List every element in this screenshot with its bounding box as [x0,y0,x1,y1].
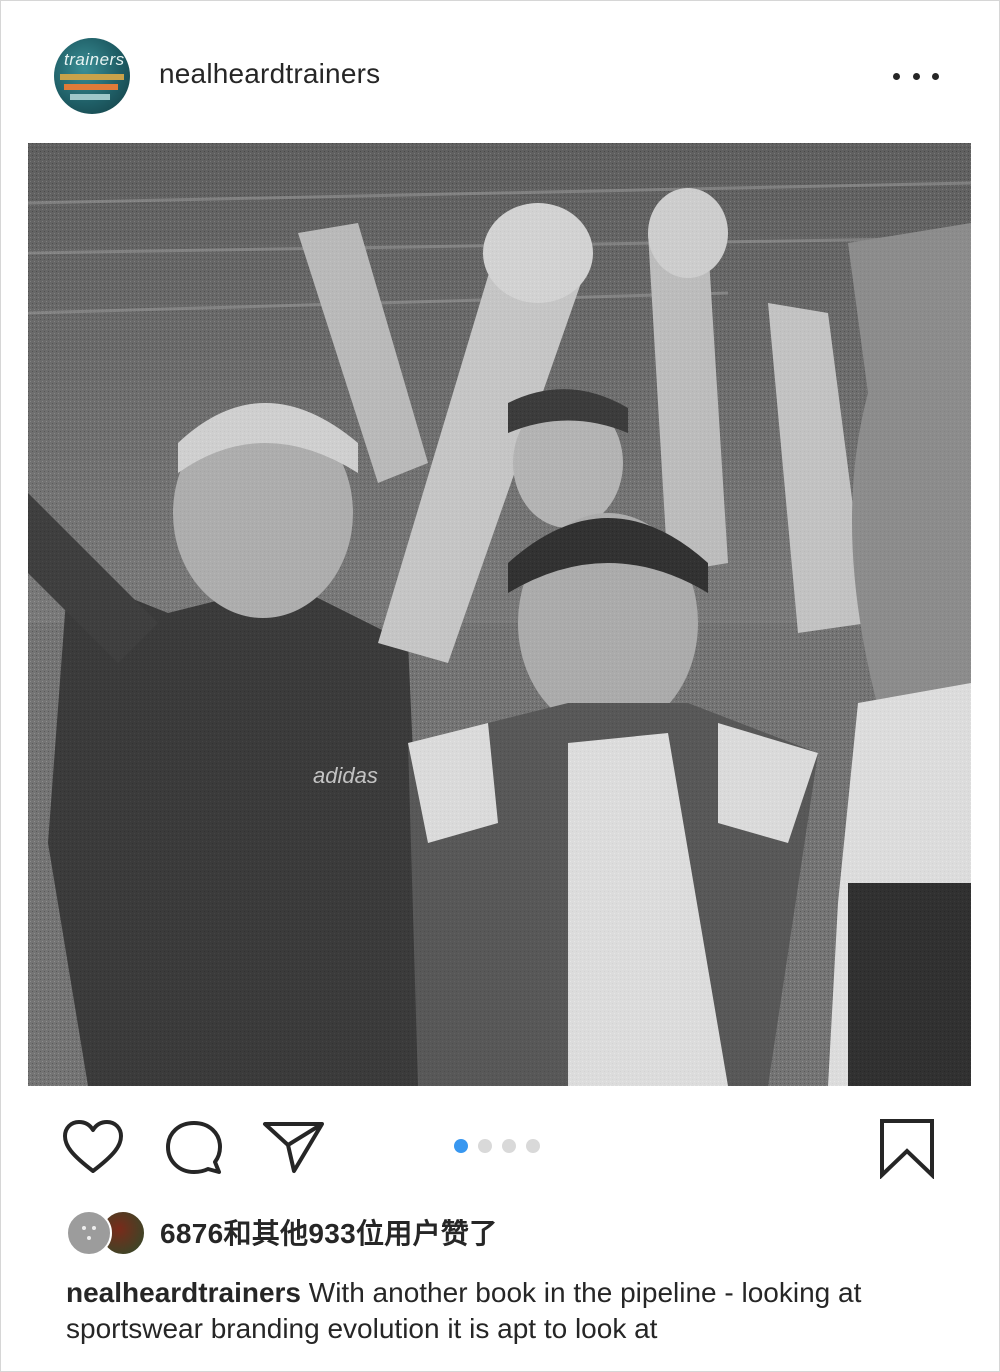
liker-avatar[interactable] [66,1210,112,1256]
avatar-logo-text: trainers [64,50,125,69]
more-dot [893,72,900,80]
bookmark-icon[interactable] [878,1117,936,1179]
more-options-icon[interactable] [893,62,939,90]
more-dot [912,72,920,80]
carousel-dot [502,1139,516,1153]
caption-username[interactable]: nealheardtrainers [66,1277,301,1308]
post-caption: nealheardtrainers With another book in t… [66,1275,946,1347]
carousel-dot [526,1139,540,1153]
avatar-stripe [60,74,124,80]
avatar-stripe [70,94,110,100]
heart-icon[interactable] [62,1119,124,1175]
likes-count[interactable]: 6876和其他933位用户赞了 [160,1212,498,1252]
post-username[interactable]: nealheardtrainers [159,58,380,90]
avatar-dots [82,1226,96,1240]
carousel-indicator [454,1139,540,1153]
post-photo[interactable]: adidas [28,143,971,1086]
photo-illustration: adidas [28,143,971,1086]
paper-plane-icon[interactable] [262,1119,326,1175]
carousel-dot [478,1139,492,1153]
comment-icon[interactable] [164,1119,226,1177]
profile-avatar[interactable]: trainers [54,38,130,114]
more-dot [932,72,939,80]
carousel-dot-active [454,1139,468,1153]
avatar-stripe [64,84,118,90]
